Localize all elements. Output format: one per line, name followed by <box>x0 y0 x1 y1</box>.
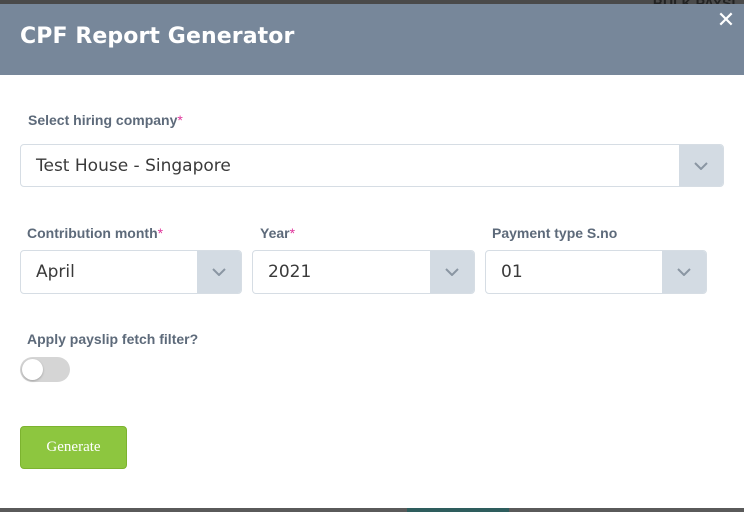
month-label-text: Contribution month <box>27 225 158 241</box>
company-label: Select hiring company* <box>28 112 183 128</box>
chevron-down-icon[interactable] <box>662 251 706 293</box>
filter-label: Apply payslip fetch filter? <box>27 331 199 347</box>
background-bottom-bar <box>0 508 744 512</box>
company-select-value: Test House - Singapore <box>36 155 231 176</box>
payment-type-label-text: Payment type S.no <box>492 225 618 241</box>
payslip-filter-toggle[interactable] <box>20 357 70 382</box>
required-marker: * <box>157 225 164 241</box>
company-label-text: Select hiring company <box>28 112 178 128</box>
month-select-value: April <box>36 262 75 282</box>
generate-button[interactable]: Generate <box>20 426 127 469</box>
year-label: Year* <box>260 225 295 241</box>
toggle-knob[interactable] <box>22 359 43 380</box>
chevron-down-icon[interactable] <box>430 251 474 293</box>
company-select[interactable]: Test House - Singapore <box>20 144 724 187</box>
year-label-text: Year <box>260 225 290 241</box>
chevron-down-icon[interactable] <box>679 145 723 186</box>
year-select-value: 2021 <box>268 262 312 282</box>
chevron-down-icon[interactable] <box>197 251 241 293</box>
year-select[interactable]: 2021 <box>252 250 475 294</box>
payment-type-label: Payment type S.no <box>492 225 617 241</box>
payment-type-select-value: 01 <box>501 262 523 282</box>
month-label: Contribution month* <box>27 225 163 241</box>
modal-header: CPF Report Generator ✕ <box>0 4 744 75</box>
required-marker: * <box>177 112 183 128</box>
cpf-report-modal: CPF Report Generator ✕ Select hiring com… <box>0 4 744 508</box>
month-select[interactable]: April <box>20 250 242 294</box>
close-icon[interactable]: ✕ <box>716 9 736 31</box>
background-bottom-tab <box>407 508 509 512</box>
modal-title: CPF Report Generator <box>20 24 295 49</box>
payment-type-select[interactable]: 01 <box>485 250 707 294</box>
required-marker: * <box>289 225 296 241</box>
